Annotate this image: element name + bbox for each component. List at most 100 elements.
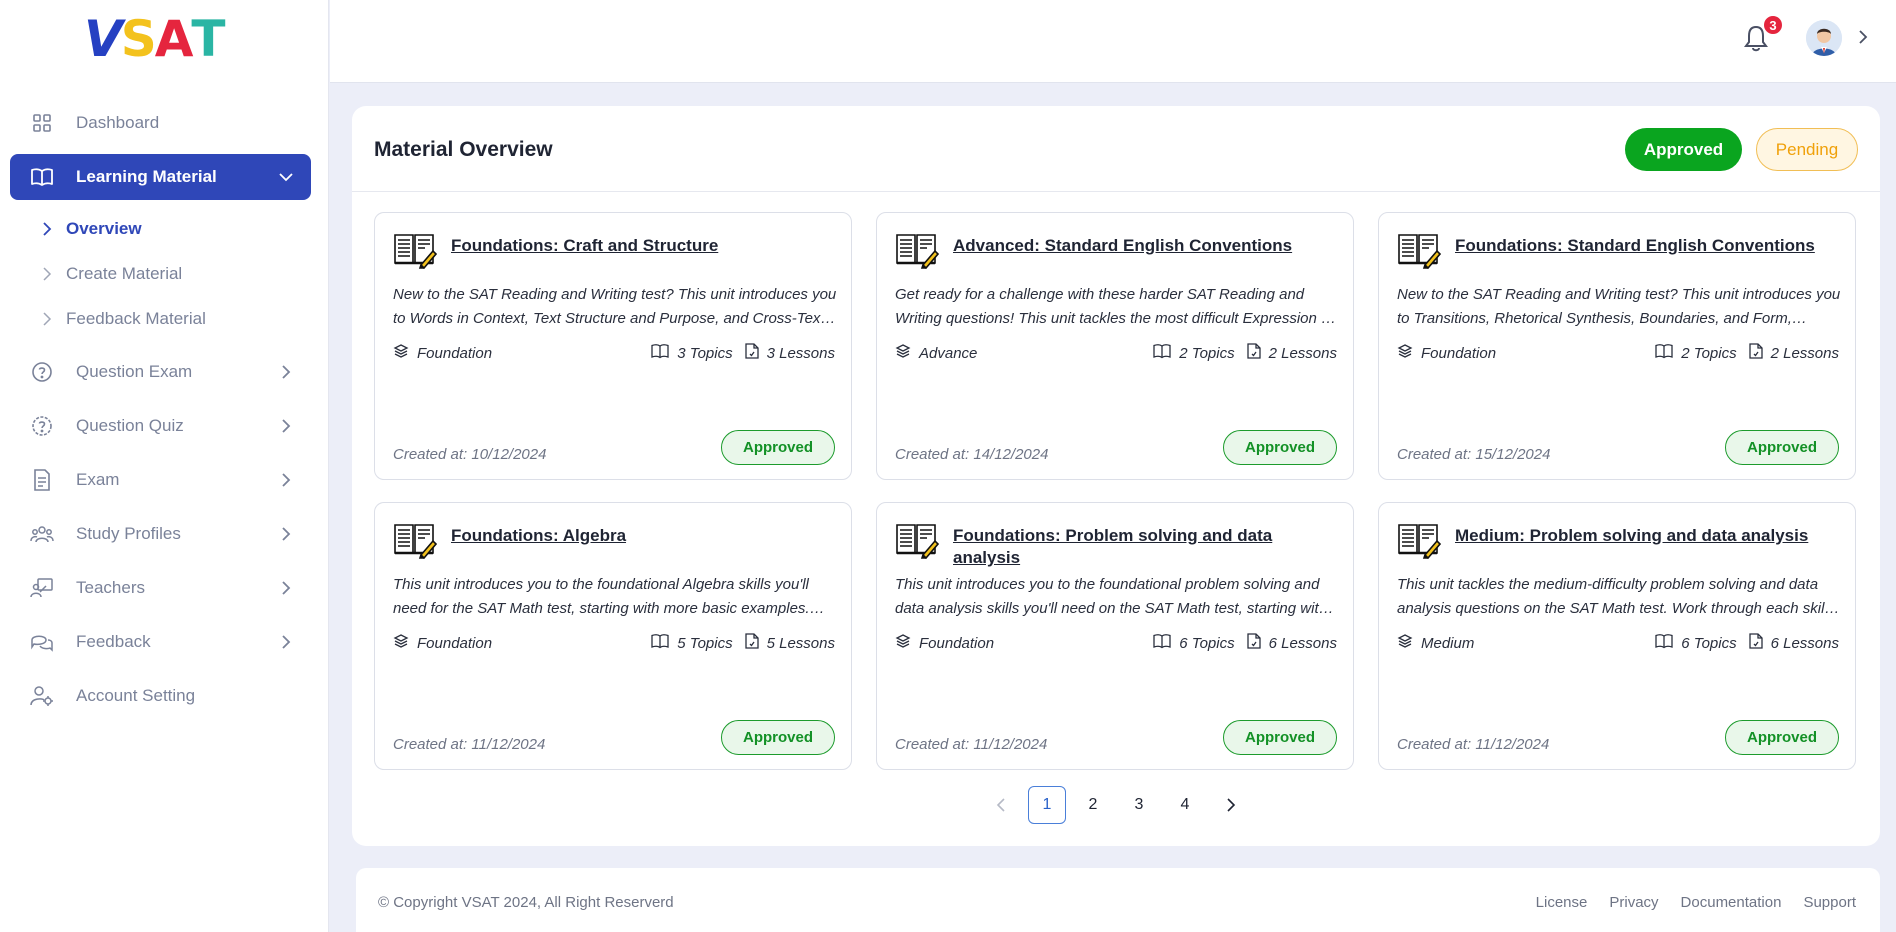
layers-icon [895, 633, 919, 653]
file-check-icon [744, 633, 767, 653]
topics-label: 6 Topics [1179, 634, 1235, 652]
material-card[interactable]: Foundations: Craft and Structure New to t… [374, 212, 852, 480]
file-check-icon [1246, 343, 1269, 363]
sidebar-item-study-profiles[interactable]: Study Profiles [10, 511, 311, 557]
card-description: This unit introduces you to the foundati… [895, 576, 1327, 617]
sidebar-item-label: Study Profiles [76, 524, 181, 543]
sidebar-item-label: Account Setting [76, 686, 196, 705]
card-title[interactable]: Advanced: Standard English Conventions [953, 235, 1339, 257]
submenu-label: Create Material [66, 263, 183, 283]
submenu-item-feedback-material[interactable]: Feedback Material [10, 296, 311, 341]
submenu-item-create-material[interactable]: Create Material [10, 251, 311, 296]
page-1-button[interactable]: 1 [1028, 786, 1066, 824]
sidebar-item-account-setting[interactable]: Account Setting [10, 673, 311, 719]
card-level: Foundation [393, 343, 492, 363]
material-card[interactable]: Foundations: Standard English Convention… [1378, 212, 1856, 480]
layers-icon [393, 343, 417, 363]
teacher-icon [30, 576, 54, 600]
level-label: Foundation [417, 634, 493, 652]
page-2-button[interactable]: 2 [1074, 786, 1112, 824]
sidebar-item-question-exam[interactable]: Question Exam [10, 349, 311, 395]
pending-filter-button[interactable]: Pending [1756, 128, 1858, 171]
material-card[interactable]: Foundations: Algebra This unit introduces… [374, 502, 852, 770]
page-title: Material Overview [374, 138, 553, 161]
approved-filter-button[interactable]: Approved [1625, 128, 1742, 171]
card-title[interactable]: Foundations: Standard English Convention… [1455, 235, 1841, 257]
footer: © Copyright VSAT 2024, All Right Reserve… [356, 868, 1880, 932]
sidebar-item-dashboard[interactable]: Dashboard [10, 100, 311, 146]
lessons-label: 6 Lessons [1268, 634, 1337, 652]
page-3-button[interactable]: 3 [1120, 786, 1158, 824]
file-check-icon [1748, 633, 1771, 653]
open-book-icon [651, 633, 677, 653]
book-pencil-icon [895, 519, 940, 560]
card-created-date: Created at: 15/12/2024 [1397, 446, 1551, 463]
next-page-button[interactable] [1212, 786, 1250, 824]
card-title[interactable]: Medium: Problem solving and data analysi… [1455, 525, 1841, 547]
footer-link-privacy[interactable]: Privacy [1609, 894, 1658, 911]
sidebar-item-question-quiz[interactable]: Question Quiz [10, 403, 311, 449]
submenu-label: Overview [66, 218, 142, 238]
logo-letter-v: V [84, 10, 123, 68]
card-level: Foundation [895, 633, 994, 653]
card-meta: Foundation 5 Topics 5 Lessons [393, 633, 835, 653]
chevron-right-icon [282, 635, 291, 649]
sidebar-item-label: Question Quiz [76, 416, 184, 435]
topics-label: 2 Topics [1179, 344, 1235, 362]
footer-links: License Privacy Documentation Support [1514, 894, 1856, 911]
book-pencil-icon [393, 519, 438, 560]
submenu-item-overview[interactable]: Overview [10, 206, 311, 251]
card-title[interactable]: Foundations: Problem solving and data an… [953, 525, 1339, 569]
status-badge[interactable]: Approved [721, 720, 835, 755]
chevron-right-icon [282, 527, 291, 541]
card-topics: 3 Topics [651, 343, 733, 363]
document-icon [30, 468, 54, 492]
footer-link-documentation[interactable]: Documentation [1681, 894, 1782, 911]
status-badge[interactable]: Approved [1223, 430, 1337, 465]
topics-label: 3 Topics [677, 344, 733, 362]
card-lessons: 6 Lessons [1246, 633, 1337, 653]
material-card[interactable]: Advanced: Standard English Conventions Ge… [876, 212, 1354, 480]
card-level: Advance [895, 343, 977, 363]
book-pencil-icon [1397, 229, 1442, 270]
card-description: New to the SAT Reading and Writing test?… [1397, 286, 1841, 327]
material-card[interactable]: Foundations: Problem solving and data an… [876, 502, 1354, 770]
lessons-label: 5 Lessons [766, 634, 835, 652]
status-badge[interactable]: Approved [1725, 430, 1839, 465]
status-badge[interactable]: Approved [1223, 720, 1337, 755]
status-badge[interactable]: Approved [721, 430, 835, 465]
level-label: Foundation [1421, 344, 1497, 362]
card-lessons: 5 Lessons [744, 633, 835, 653]
users-icon [30, 522, 54, 546]
topics-label: 5 Topics [677, 634, 733, 652]
card-title[interactable]: Foundations: Craft and Structure [451, 235, 837, 257]
footer-link-support[interactable]: Support [1803, 894, 1856, 911]
card-created-date: Created at: 11/12/2024 [895, 736, 1048, 753]
sidebar-item-learning-material[interactable]: Learning Material [10, 154, 311, 200]
vsat-logo[interactable]: V S A T [84, 10, 226, 68]
chevron-left-icon [996, 798, 1005, 812]
learning-material-submenu: Overview Create Material Feedback Materi… [10, 206, 311, 341]
avatar[interactable] [1806, 20, 1842, 56]
sidebar-item-exam[interactable]: Exam [10, 457, 311, 503]
footer-link-license[interactable]: License [1536, 894, 1588, 911]
sidebar-nav: Dashboard Learning Material Overview Cre… [10, 100, 311, 727]
card-created-date: Created at: 11/12/2024 [1397, 736, 1550, 753]
status-badge[interactable]: Approved [1725, 720, 1839, 755]
card-created-date: Created at: 11/12/2024 [393, 736, 546, 753]
layers-icon [895, 343, 919, 363]
book-pencil-icon [393, 229, 438, 270]
page-4-button[interactable]: 4 [1166, 786, 1204, 824]
card-topics: 2 Topics [1153, 343, 1235, 363]
sidebar-item-teachers[interactable]: Teachers [10, 565, 311, 611]
material-card[interactable]: Medium: Problem solving and data analysi… [1378, 502, 1856, 770]
material-card-grid: Foundations: Craft and Structure New to t… [374, 212, 1858, 770]
card-lessons: 6 Lessons [1748, 633, 1839, 653]
sidebar-item-label: Exam [76, 470, 120, 489]
logo-letter-s: S [120, 10, 157, 68]
sidebar-item-feedback[interactable]: Feedback [10, 619, 311, 665]
sidebar: V S A T Dashboard Learning Material Over… [0, 0, 329, 932]
card-title[interactable]: Foundations: Algebra [451, 525, 837, 547]
chevron-right-icon[interactable] [1854, 28, 1872, 46]
prev-page-button[interactable] [982, 786, 1020, 824]
